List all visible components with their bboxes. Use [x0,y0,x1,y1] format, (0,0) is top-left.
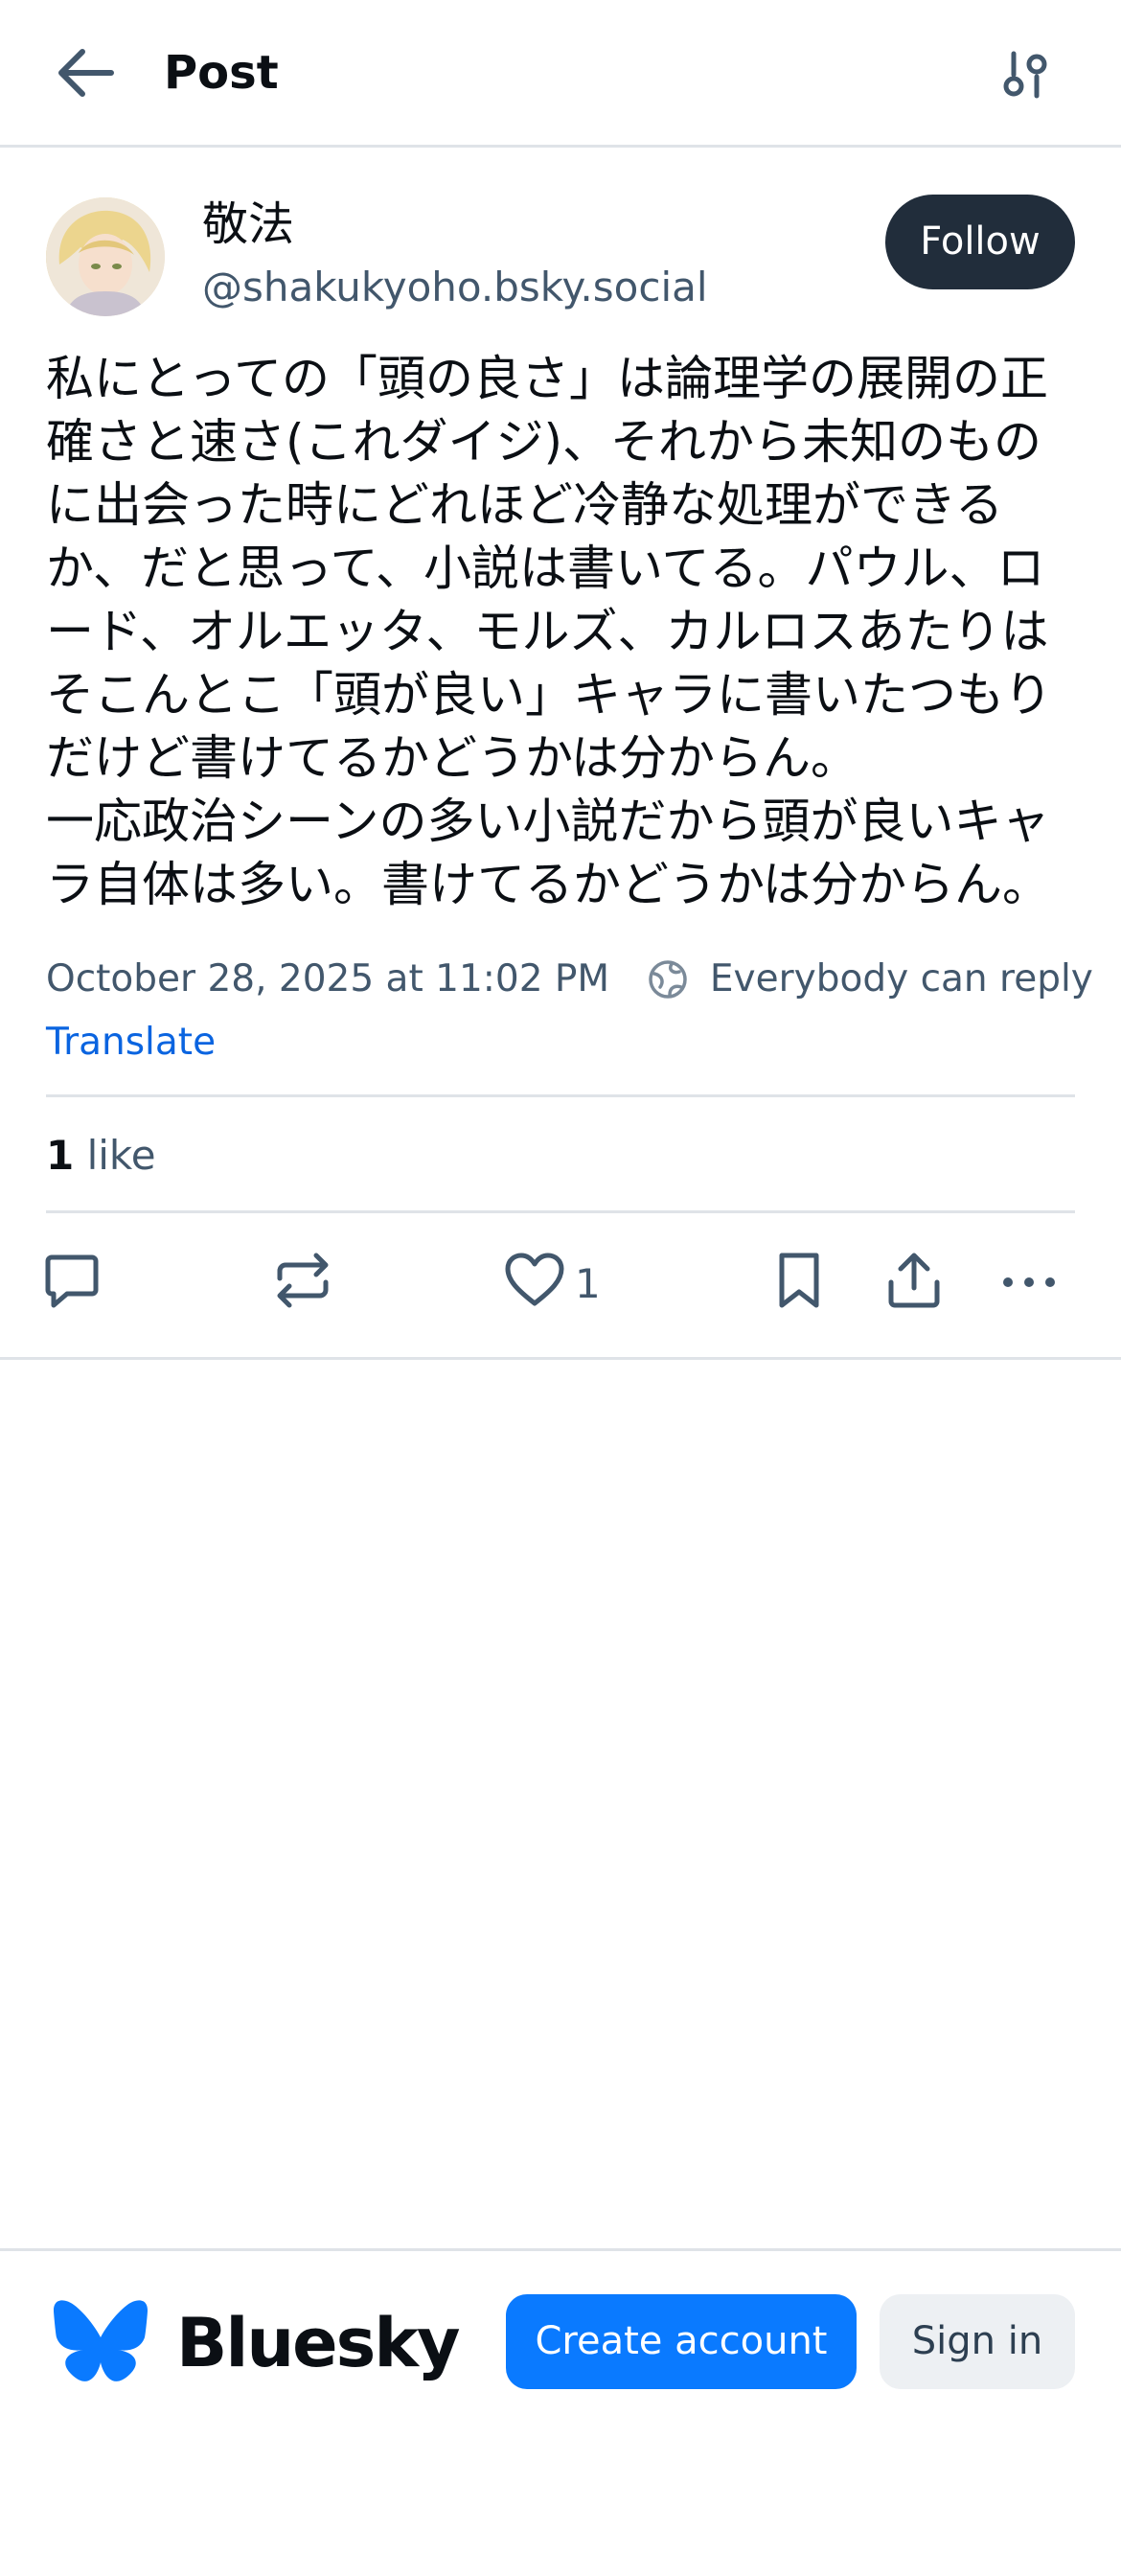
thread-settings-button[interactable] [1000,48,1050,102]
repost-icon [277,1253,329,1308]
author-handle[interactable]: @shakukyoho.bsky.social [202,257,708,318]
back-button[interactable] [54,44,117,102]
ellipsis-icon [1003,1277,1055,1287]
share-icon [888,1253,940,1308]
reply-icon [45,1254,99,1308]
bluesky-wordmark: Bluesky [176,2304,461,2382]
bookmark-button[interactable] [774,1250,824,1319]
avatar[interactable] [46,197,165,316]
post-timestamp[interactable]: October 28, 2025 at 11:02 PM [46,951,609,1008]
repost-button[interactable] [272,1250,333,1319]
sign-in-button[interactable]: Sign in [880,2294,1075,2389]
follow-button[interactable]: Follow [885,195,1075,289]
top-bar: Post [0,0,1121,148]
divider [46,1094,1075,1097]
bluesky-butterfly-icon [54,2300,148,2381]
sliders-icon [1003,51,1047,99]
section-divider [0,1357,1121,1360]
arrow-left-icon [58,49,114,97]
more-options-button[interactable] [1000,1250,1058,1319]
signup-footer: Bluesky Create account Sign in [0,2248,1121,2576]
heart-icon [505,1253,564,1306]
post-text: 私にとっての「頭の良さ」は論理学の展開の正 確さと速さ(これダイジ)、それから未… [46,351,1052,912]
like-count: 1 [46,1132,75,1179]
author-display-name[interactable]: 敬法 [202,194,294,255]
divider [46,1210,1075,1213]
page-title: Post [164,46,279,100]
post-actions: 1 [0,1246,1121,1322]
likes-summary[interactable]: 1 like [46,1125,156,1186]
avatar-image [46,197,165,316]
share-button[interactable] [885,1250,943,1319]
translate-link[interactable]: Translate [46,1014,216,1071]
reply-button[interactable] [42,1250,102,1319]
like-button[interactable] [504,1250,565,1319]
action-like-count: 1 [575,1260,601,1307]
like-label: like [86,1132,156,1179]
globe-icon [648,959,687,999]
post-meta: October 28, 2025 at 11:02 PM Everybody c… [46,949,1121,1006]
reply-setting[interactable]: Everybody can reply [710,951,1093,1008]
create-account-button[interactable]: Create account [506,2294,857,2389]
bookmark-icon [779,1253,819,1308]
